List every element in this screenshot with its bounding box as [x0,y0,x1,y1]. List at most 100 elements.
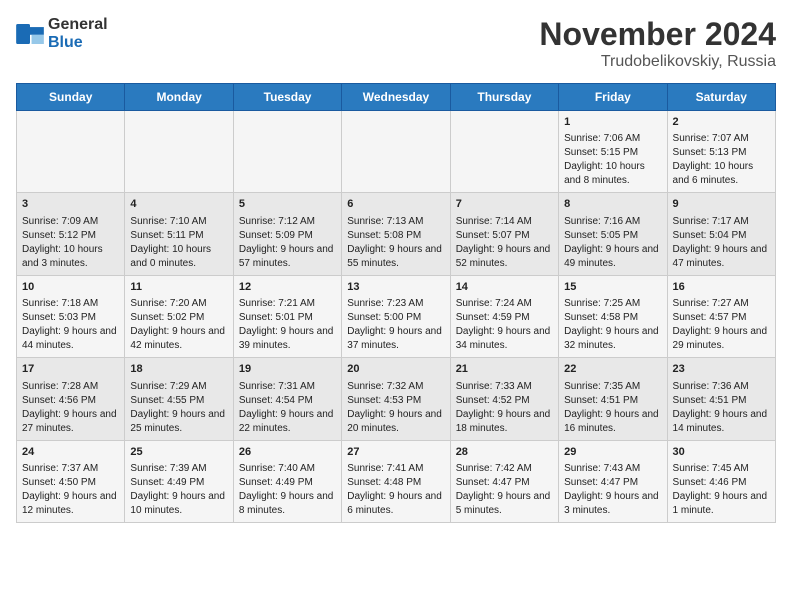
day-number: 8 [564,197,661,212]
day-number: 1 [564,115,661,130]
day-number: 26 [239,445,336,460]
calendar-cell: 30 Sunrise: 7:45 AM Sunset: 4:46 PM Dayli… [667,440,775,522]
calendar-week-1: 1 Sunrise: 7:06 AM Sunset: 5:15 PM Daylig… [17,111,776,193]
day-info: Sunrise: 7:07 AM Sunset: 5:13 PM Dayligh… [673,133,754,186]
calendar-cell: 2 Sunrise: 7:07 AM Sunset: 5:13 PM Daylig… [667,111,775,193]
logo-icon [16,24,44,44]
weekday-header-wednesday: Wednesday [342,84,450,111]
day-number: 29 [564,445,661,460]
weekday-header-saturday: Saturday [667,84,775,111]
calendar-cell: 27Sunrise: 7:41 AM Sunset: 4:48 PM Dayli… [342,440,450,522]
calendar-cell: 19 Sunrise: 7:31 AM Sunset: 4:54 PM Dayli… [233,358,341,440]
calendar-cell [17,111,125,193]
page-title: November 2024 [539,16,776,53]
calendar-cell: 24 Sunrise: 7:37 AM Sunset: 4:50 PM Dayli… [17,440,125,522]
day-info: Sunrise: 7:21 AM Sunset: 5:01 PM Dayligh… [239,298,334,351]
day-number: 19 [239,362,336,377]
calendar-cell: 14 Sunrise: 7:24 AM Sunset: 4:59 PM Dayli… [450,275,558,357]
day-number: 17 [22,362,119,377]
day-info: Sunrise: 7:39 AM Sunset: 4:49 PM Dayligh… [130,463,225,516]
calendar-cell: 23 Sunrise: 7:36 AM Sunset: 4:51 PM Dayli… [667,358,775,440]
title-area: November 2024 Trudobelikovskiy, Russia [539,16,776,71]
day-number: 13 [347,280,444,295]
weekday-header-sunday: Sunday [17,84,125,111]
calendar-cell: 15Sunrise: 7:25 AM Sunset: 4:58 PM Dayli… [559,275,667,357]
day-info: Sunrise: 7:45 AM Sunset: 4:46 PM Dayligh… [673,463,768,516]
day-info: Sunrise: 7:17 AM Sunset: 5:04 PM Dayligh… [673,216,768,269]
calendar-cell [450,111,558,193]
calendar-cell: 10 Sunrise: 7:18 AM Sunset: 5:03 PM Dayli… [17,275,125,357]
calendar-cell: 17Sunrise: 7:28 AM Sunset: 4:56 PM Dayli… [17,358,125,440]
day-number: 3 [22,197,119,212]
day-info: Sunrise: 7:43 AM Sunset: 4:47 PM Dayligh… [564,463,659,516]
day-info: Sunrise: 7:14 AM Sunset: 5:07 PM Dayligh… [456,216,551,269]
calendar-cell: 7 Sunrise: 7:14 AM Sunset: 5:07 PM Daylig… [450,193,558,275]
weekday-header-monday: Monday [125,84,233,111]
day-number: 12 [239,280,336,295]
day-number: 5 [239,197,336,212]
day-number: 7 [456,197,553,212]
calendar-cell: 26 Sunrise: 7:40 AM Sunset: 4:49 PM Dayli… [233,440,341,522]
day-info: Sunrise: 7:40 AM Sunset: 4:49 PM Dayligh… [239,463,334,516]
day-number: 20 [347,362,444,377]
weekday-header-thursday: Thursday [450,84,558,111]
logo-blue: Blue [48,34,83,51]
day-number: 24 [22,445,119,460]
day-info: Sunrise: 7:20 AM Sunset: 5:02 PM Dayligh… [130,298,225,351]
weekday-header-row: SundayMondayTuesdayWednesdayThursdayFrid… [17,84,776,111]
day-number: 14 [456,280,553,295]
day-number: 30 [673,445,770,460]
calendar-cell: 12 Sunrise: 7:21 AM Sunset: 5:01 PM Dayli… [233,275,341,357]
day-info: Sunrise: 7:06 AM Sunset: 5:15 PM Dayligh… [564,133,645,186]
day-number: 25 [130,445,227,460]
calendar-cell: 4Sunrise: 7:10 AM Sunset: 5:11 PM Daylig… [125,193,233,275]
page-subtitle: Trudobelikovskiy, Russia [539,53,776,71]
calendar-cell: 16 Sunrise: 7:27 AM Sunset: 4:57 PM Dayli… [667,275,775,357]
day-info: Sunrise: 7:23 AM Sunset: 5:00 PM Dayligh… [347,298,442,351]
day-info: Sunrise: 7:37 AM Sunset: 4:50 PM Dayligh… [22,463,117,516]
day-number: 10 [22,280,119,295]
calendar-cell [342,111,450,193]
calendar-cell: 13 Sunrise: 7:23 AM Sunset: 5:00 PM Dayli… [342,275,450,357]
day-number: 22 [564,362,661,377]
calendar-cell: 9 Sunrise: 7:17 AM Sunset: 5:04 PM Daylig… [667,193,775,275]
calendar-cell: 25 Sunrise: 7:39 AM Sunset: 4:49 PM Dayli… [125,440,233,522]
calendar-cell: 18Sunrise: 7:29 AM Sunset: 4:55 PM Dayli… [125,358,233,440]
day-info: Sunrise: 7:13 AM Sunset: 5:08 PM Dayligh… [347,216,442,269]
calendar-cell [125,111,233,193]
calendar-cell: 6 Sunrise: 7:13 AM Sunset: 5:08 PM Daylig… [342,193,450,275]
calendar-cell: 5Sunrise: 7:12 AM Sunset: 5:09 PM Daylig… [233,193,341,275]
calendar-cell: 3Sunrise: 7:09 AM Sunset: 5:12 PM Daylig… [17,193,125,275]
day-info: Sunrise: 7:42 AM Sunset: 4:47 PM Dayligh… [456,463,551,516]
calendar-week-5: 24 Sunrise: 7:37 AM Sunset: 4:50 PM Dayli… [17,440,776,522]
day-number: 2 [673,115,770,130]
calendar-cell: 20 Sunrise: 7:32 AM Sunset: 4:53 PM Dayli… [342,358,450,440]
page-header: General Blue November 2024 Trudobelikovs… [16,16,776,71]
calendar-week-3: 10 Sunrise: 7:18 AM Sunset: 5:03 PM Dayli… [17,275,776,357]
calendar-cell: 11 Sunrise: 7:20 AM Sunset: 5:02 PM Dayli… [125,275,233,357]
logo-text: General Blue [48,16,108,52]
day-number: 16 [673,280,770,295]
day-info: Sunrise: 7:24 AM Sunset: 4:59 PM Dayligh… [456,298,551,351]
day-number: 23 [673,362,770,377]
day-info: Sunrise: 7:18 AM Sunset: 5:03 PM Dayligh… [22,298,117,351]
day-info: Sunrise: 7:32 AM Sunset: 4:53 PM Dayligh… [347,381,442,434]
day-number: 21 [456,362,553,377]
day-number: 11 [130,280,227,295]
calendar-cell: 29 Sunrise: 7:43 AM Sunset: 4:47 PM Dayli… [559,440,667,522]
day-number: 6 [347,197,444,212]
day-info: Sunrise: 7:10 AM Sunset: 5:11 PM Dayligh… [130,216,211,269]
calendar-cell: 8Sunrise: 7:16 AM Sunset: 5:05 PM Daylig… [559,193,667,275]
calendar-cell: 28Sunrise: 7:42 AM Sunset: 4:47 PM Dayli… [450,440,558,522]
day-info: Sunrise: 7:25 AM Sunset: 4:58 PM Dayligh… [564,298,659,351]
calendar-cell: 21 Sunrise: 7:33 AM Sunset: 4:52 PM Dayli… [450,358,558,440]
calendar-table: SundayMondayTuesdayWednesdayThursdayFrid… [16,83,776,523]
day-info: Sunrise: 7:33 AM Sunset: 4:52 PM Dayligh… [456,381,551,434]
calendar-cell: 1 Sunrise: 7:06 AM Sunset: 5:15 PM Daylig… [559,111,667,193]
day-info: Sunrise: 7:27 AM Sunset: 4:57 PM Dayligh… [673,298,768,351]
day-number: 9 [673,197,770,212]
calendar-week-2: 3Sunrise: 7:09 AM Sunset: 5:12 PM Daylig… [17,193,776,275]
logo: General Blue [16,16,108,52]
day-info: Sunrise: 7:31 AM Sunset: 4:54 PM Dayligh… [239,381,334,434]
day-info: Sunrise: 7:36 AM Sunset: 4:51 PM Dayligh… [673,381,768,434]
